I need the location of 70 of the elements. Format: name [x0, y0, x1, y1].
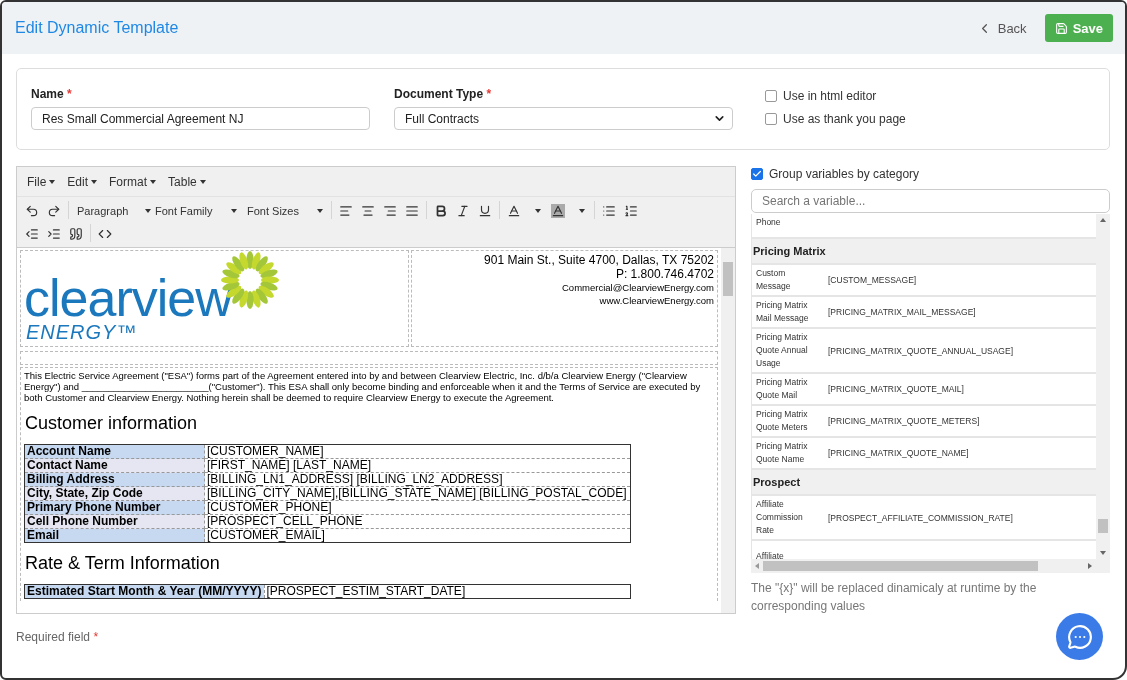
table-cell: [PROSPECT_CELL_PHONE: [204, 514, 631, 529]
variable-value[interactable]: [PROSPECT_AFFILIATE_COMMISSION_RATE]: [828, 512, 1092, 523]
scrollbar[interactable]: [721, 248, 735, 613]
checkbox[interactable]: [765, 90, 777, 102]
scrollbar[interactable]: [1096, 214, 1110, 559]
option-label: Use in html editor: [783, 89, 877, 103]
variable-label: Affiliate Commission Rate: [756, 498, 804, 537]
table-cell: [CUSTOMER_PHONE]: [204, 500, 631, 515]
table-cell: [FIRST_NAME] [LAST_NAME]: [204, 458, 631, 473]
save-icon: [1054, 21, 1068, 35]
section-heading: Customer information: [25, 413, 199, 434]
document-type-select[interactable]: Full Contracts: [394, 107, 733, 130]
name-label: Name *: [31, 87, 73, 101]
variable-value[interactable]: [PRICING_MATRIX_QUOTE_MAIL]: [828, 384, 1092, 394]
variable-label: Pricing Matrix Quote Meters: [756, 408, 809, 434]
document-type-label: Document Type *: [394, 87, 493, 101]
variable-value[interactable]: [PRICING_MATRIX_QUOTE_ANNUAL_USAGE]: [828, 345, 1092, 356]
help-text: The "{x}" will be replaced dinamicaly at runtime by the corresponding values: [751, 580, 1038, 615]
table-label-cell: Account Name: [24, 444, 205, 459]
horizontal-scrollbar[interactable]: [751, 559, 1096, 573]
address-line: P: 1.800.746.4702: [614, 267, 714, 281]
scroll-thumb[interactable]: [723, 262, 733, 296]
scroll-thumb[interactable]: [1098, 519, 1108, 533]
table-cell: [BILLING_LN1_ADDRESS] [BILLING_LN2_ADDRESS]: [204, 472, 631, 487]
variable-label: Affiliate: [756, 549, 785, 559]
format-dropdown[interactable]: Font Sizes: [242, 199, 328, 222]
variable-label: Pricing Matrix Quote Name: [756, 440, 809, 466]
section-heading: Rate & Term Information: [25, 553, 221, 574]
checkbox[interactable]: [765, 113, 777, 125]
table-label-cell: Billing Address: [24, 472, 205, 487]
table-label-cell: Email: [24, 528, 205, 543]
variable-value[interactable]: [CUSTOM_MESSAGE]: [828, 275, 1092, 285]
menu-item[interactable]: Edit: [63, 172, 102, 191]
variable-label: Pricing Matrix Mail Message: [756, 299, 810, 325]
format-dropdown[interactable]: Paragraph: [72, 199, 150, 222]
checkbox[interactable]: [751, 168, 763, 180]
logo-wordmark: clearview: [24, 275, 232, 321]
back-button[interactable]: Back: [972, 16, 1031, 40]
category-header: Pricing Matrix: [752, 239, 1096, 265]
checkbox-label: Group variables by category: [769, 167, 920, 181]
option-label: Use as thank you page: [783, 112, 906, 126]
search-field[interactable]: Search a variable...: [751, 189, 1110, 213]
variable-label: Pricing Matrix Quote Annual Usage: [756, 331, 809, 370]
address-line: Commercial@ClearviewEnergy.com: [561, 281, 714, 294]
category-header: Prospect: [752, 470, 1096, 496]
menu-item[interactable]: Table: [164, 172, 210, 191]
scroll-thumb[interactable]: [763, 561, 1038, 571]
logo-tagline: ENERGY™: [26, 321, 138, 344]
variable-label: Pricing Matrix Quote Mail: [756, 376, 809, 402]
variable-label: Phone: [756, 215, 782, 229]
variable-value[interactable]: [PRICING_MATRIX_QUOTE_METERS]: [828, 416, 1092, 426]
page-title: Edit Dynamic Template: [15, 19, 180, 37]
variable-value[interactable]: [PRICING_MATRIX_MAIL_MESSAGE]: [828, 307, 1092, 317]
menu-item[interactable]: File: [23, 172, 60, 191]
address-line: 901 Main St., Suite 4700, Dallas, TX 75202: [483, 253, 714, 267]
table-label-cell: Estimated Start Month & Year (MM/YYYY): [24, 584, 264, 599]
variable-value[interactable]: [PRICING_MATRIX_QUOTE_NAME]: [828, 448, 1092, 458]
address-line: www.ClearviewEnergy.com: [598, 294, 714, 307]
table-label-cell: Cell Phone Number: [24, 514, 205, 529]
intro-paragraph: This Electric Service Agreement ("ESA") forms part of the Agreement entered into by and between Clearview Electric, Inc. d/b/a Clearview Energy ("Clearview Energy") and ________________________("Customer"). This ESA shall only become binding and enforceable when it and the Terms of Service are executed by both Customer and Clearview Energy. Nothing herein shall be deemed to require Clearview Energy to execute the Agreement.: [24, 370, 702, 403]
menu-item[interactable]: Format: [105, 172, 161, 191]
required-note: Required field *: [16, 630, 99, 644]
format-dropdown[interactable]: Font Family: [150, 199, 242, 222]
name-input[interactable]: Res Small Commercial Agreement NJ: [31, 107, 370, 130]
table-cell: [CUSTOMER_NAME]: [204, 444, 631, 459]
chat-button[interactable]: [1056, 613, 1103, 660]
table-label-cell: City, State, Zip Code: [24, 486, 205, 501]
variable-label: Custom Message: [756, 267, 792, 293]
table-cell: [BILLING_CITY_NAME],[BILLING_STATE_NAME] [BILLING_POSTAL_CODE]: [204, 486, 631, 501]
chat-icon: [1066, 623, 1093, 650]
